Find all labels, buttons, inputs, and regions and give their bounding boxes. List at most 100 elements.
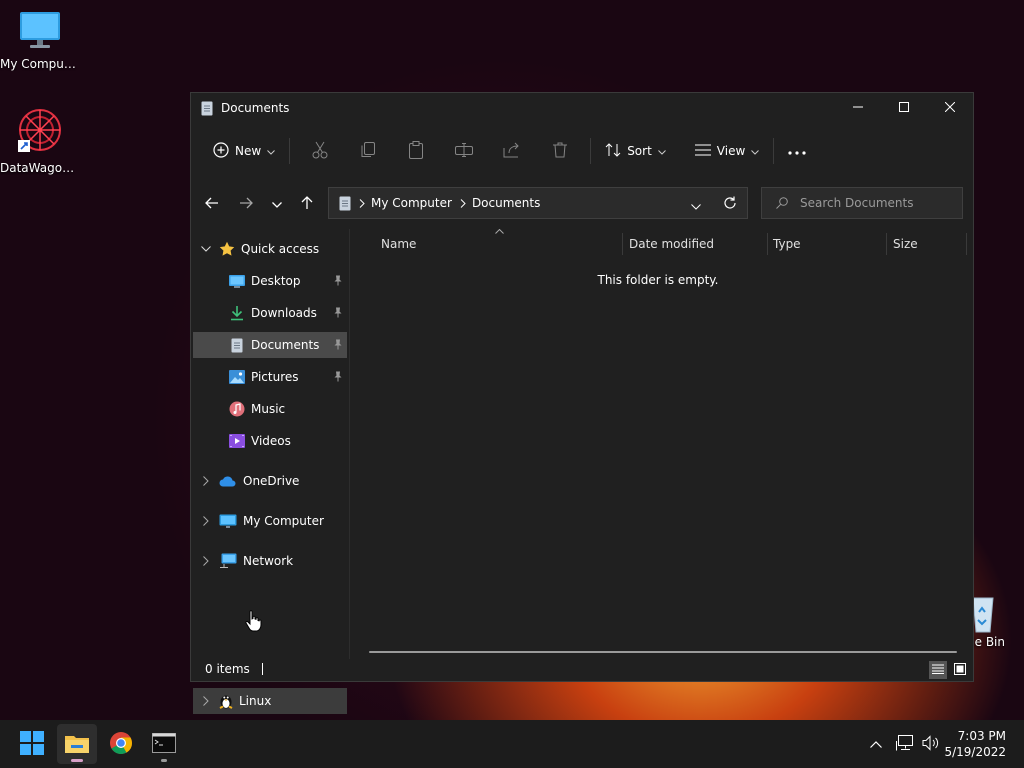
column-divider[interactable] [886, 233, 887, 255]
pin-icon [333, 307, 343, 321]
running-indicator [161, 759, 167, 762]
sidebar-item-label: Documents [251, 338, 320, 352]
refresh-button[interactable] [723, 196, 737, 213]
share-button[interactable] [488, 135, 536, 167]
more-icon [788, 144, 806, 158]
column-divider[interactable] [767, 233, 768, 255]
cloud-icon [219, 475, 237, 487]
details-view-button[interactable] [929, 661, 947, 679]
sort-icon [605, 142, 621, 160]
sidebar-item-music[interactable]: Music [193, 396, 347, 422]
sidebar-item-label: My Computer [243, 514, 324, 528]
search-icon [776, 197, 788, 209]
empty-folder-message: This folder is empty. [597, 273, 719, 287]
chevron-down-icon [691, 199, 701, 213]
desktop-folder-icon [229, 274, 245, 288]
breadcrumb-documents[interactable]: Documents [472, 196, 540, 210]
sidebar-item-pictures[interactable]: Pictures [193, 364, 347, 390]
sidebar-item-desktop[interactable]: Desktop [193, 268, 347, 294]
sidebar-item-quick-access[interactable]: Quick access [193, 236, 347, 262]
network-status-button[interactable] [892, 731, 918, 758]
navigation-bar: My Computer Documents Search Documents [191, 187, 973, 221]
maximize-button[interactable] [881, 93, 927, 123]
paste-icon [409, 140, 424, 162]
sidebar-item-label: OneDrive [243, 474, 300, 488]
column-header-type[interactable]: Type [773, 237, 801, 251]
desktop-icon-datawagon[interactable]: DataWagon... [0, 106, 80, 175]
address-history-button[interactable] [691, 199, 701, 213]
close-button[interactable] [927, 93, 973, 123]
volume-icon [922, 734, 940, 754]
back-button[interactable] [197, 187, 227, 221]
chevron-right-icon [203, 556, 209, 566]
large-icons-view-button[interactable] [951, 661, 969, 679]
documents-folder-icon [231, 338, 243, 353]
forward-button[interactable] [231, 187, 261, 221]
file-explorer-icon [65, 733, 89, 756]
sidebar-item-label: Pictures [251, 370, 299, 384]
chevron-up-icon [870, 737, 882, 751]
linux-penguin-icon [219, 693, 233, 709]
documents-folder-icon [201, 101, 213, 116]
sidebar-item-videos[interactable]: Videos [193, 428, 347, 454]
taskbar-chrome[interactable] [101, 724, 141, 764]
sidebar-item-label: Desktop [251, 274, 301, 288]
title-bar[interactable]: Documents [191, 93, 973, 123]
up-button[interactable] [292, 187, 322, 221]
refresh-icon [723, 196, 737, 213]
chevron-right-icon [203, 516, 209, 526]
minimize-button[interactable] [835, 93, 881, 123]
sort-button[interactable]: Sort [597, 135, 674, 167]
desktop-icon-my-computer[interactable]: My Computer [0, 10, 80, 71]
column-divider[interactable] [622, 233, 623, 255]
paste-button[interactable] [392, 135, 440, 167]
sidebar-item-downloads[interactable]: Downloads [193, 300, 347, 326]
rename-button[interactable] [440, 135, 488, 167]
sidebar-item-my-computer[interactable]: My Computer [193, 508, 347, 534]
pane-divider[interactable] [349, 229, 350, 659]
taskbar-terminal[interactable] [144, 724, 184, 764]
chevron-down-icon [272, 197, 282, 211]
taskbar-file-explorer[interactable] [57, 724, 97, 764]
sidebar-item-network[interactable]: Network [193, 548, 347, 574]
status-bar: 0 items [191, 657, 973, 681]
more-options-button[interactable] [780, 135, 814, 167]
show-hidden-icons-button[interactable] [866, 733, 886, 755]
column-header-name[interactable]: Name [381, 237, 416, 251]
desktop-icon-label: DataWagon... [0, 161, 80, 175]
copy-button[interactable] [344, 135, 392, 167]
recent-locations-button[interactable] [262, 187, 292, 221]
rename-icon [455, 142, 474, 160]
column-header-size[interactable]: Size [893, 237, 918, 251]
start-button[interactable] [12, 724, 52, 764]
sidebar-item-label: Quick access [241, 242, 320, 256]
breadcrumb-my-computer[interactable]: My Computer [371, 196, 452, 210]
sidebar-item-documents[interactable]: Documents [193, 332, 347, 358]
delete-icon [553, 142, 568, 161]
horizontal-scrollbar[interactable] [369, 651, 957, 653]
file-explorer-window: Documents New Sort View My Computer Docu… [190, 92, 974, 714]
item-count: 0 items [205, 662, 250, 676]
new-button[interactable]: New [205, 135, 283, 167]
column-header-date-modified[interactable]: Date modified [629, 237, 714, 251]
chevron-down-icon [267, 144, 276, 158]
cut-button[interactable] [296, 135, 344, 167]
view-button[interactable]: View [687, 135, 767, 167]
volume-button[interactable] [918, 731, 944, 758]
column-divider[interactable] [966, 233, 967, 255]
minimize-icon [853, 101, 863, 115]
sort-label: Sort [627, 144, 652, 158]
copy-icon [361, 141, 376, 161]
taskbar-clock[interactable]: 7:03 PM 5/19/2022 [944, 728, 1006, 760]
search-box[interactable]: Search Documents [761, 187, 963, 219]
taskbar: 7:03 PM 5/19/2022 [0, 720, 1024, 768]
address-bar[interactable]: My Computer Documents [328, 187, 748, 219]
sidebar-item-onedrive[interactable]: OneDrive [193, 468, 347, 494]
delete-button[interactable] [536, 135, 584, 167]
network-icon [896, 734, 914, 754]
video-icon [229, 434, 245, 448]
network-icon [219, 553, 237, 569]
share-icon [503, 142, 521, 161]
star-icon [219, 241, 235, 257]
sidebar-item-linux[interactable]: Linux [193, 688, 347, 714]
